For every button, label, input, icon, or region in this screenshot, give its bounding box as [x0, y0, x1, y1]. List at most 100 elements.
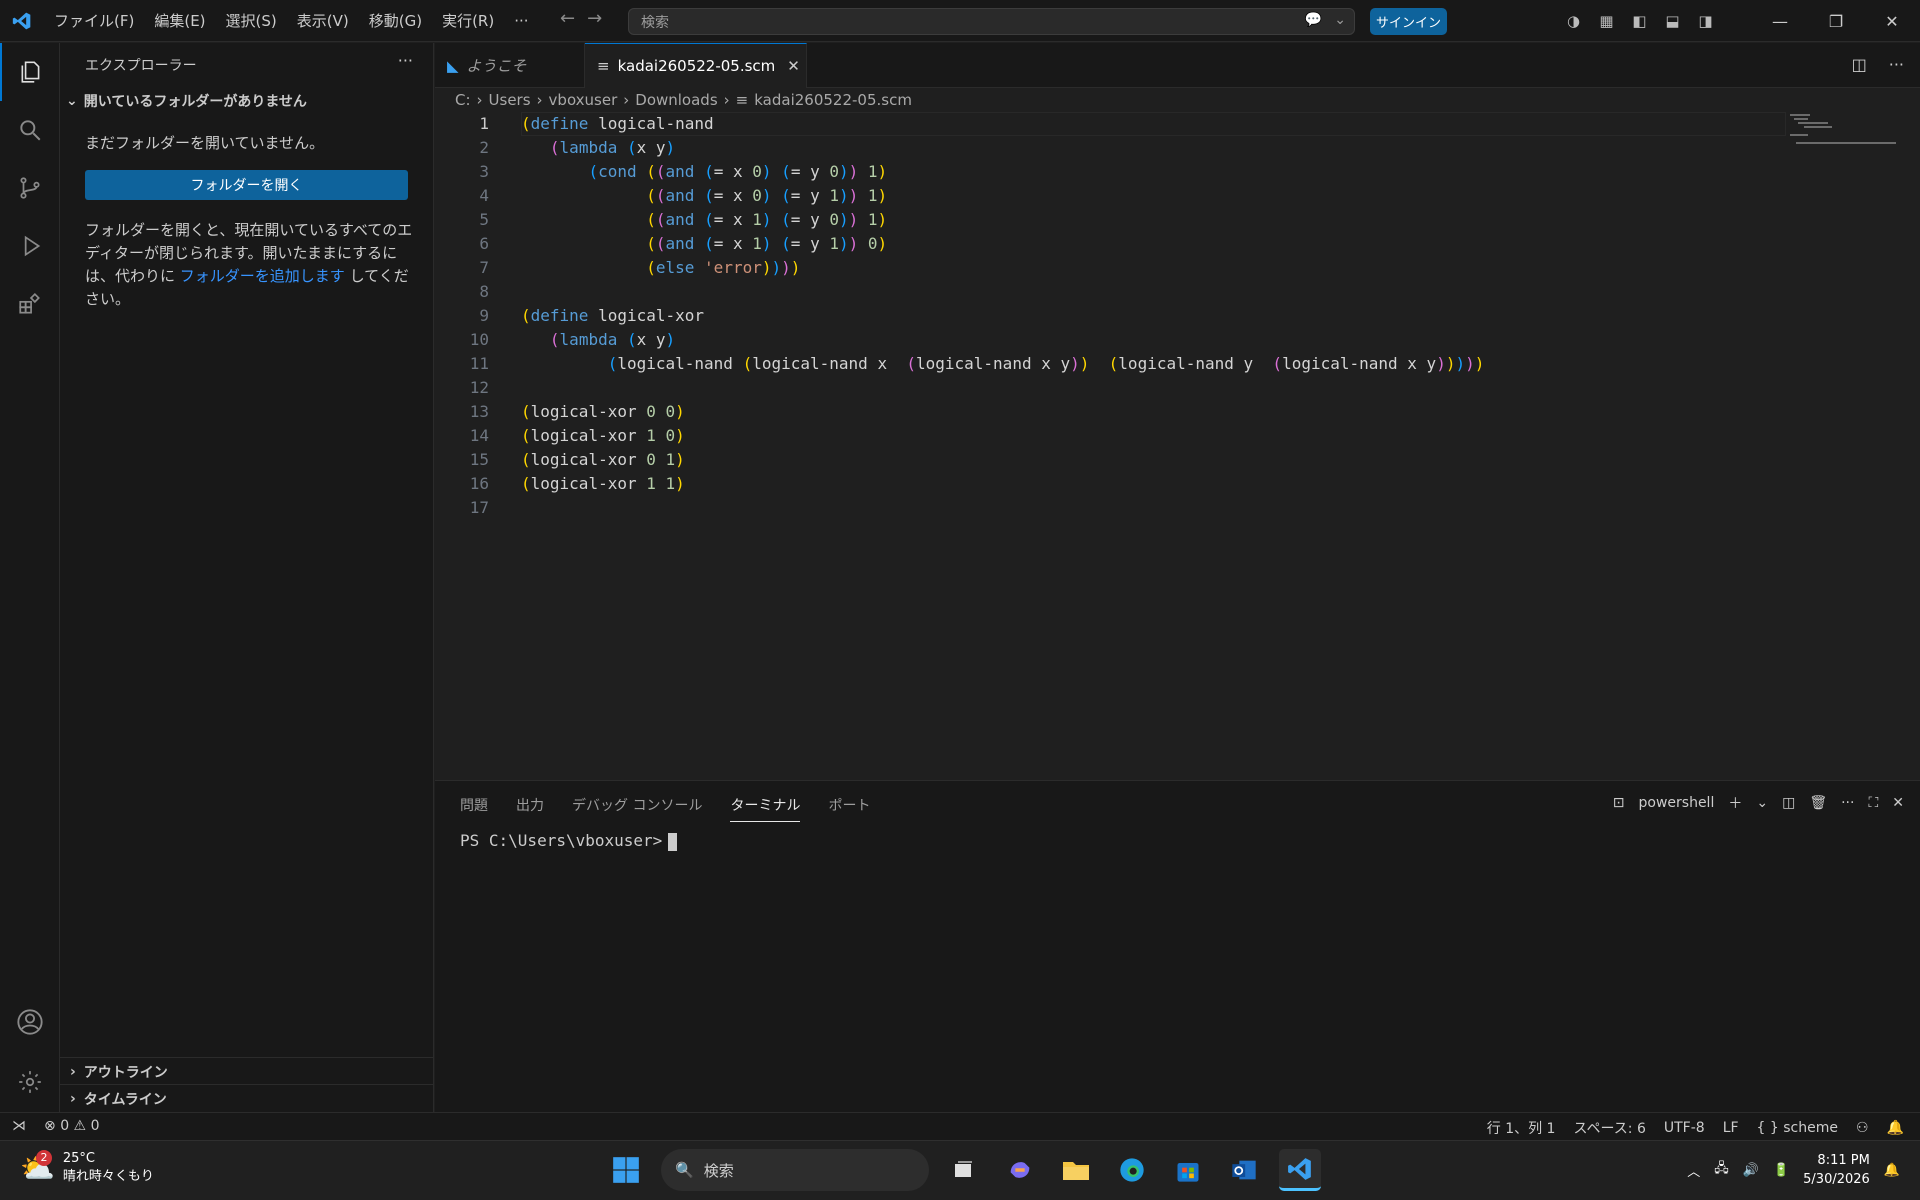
- search-icon[interactable]: [0, 101, 60, 159]
- menu-selection[interactable]: 選択(S): [216, 0, 287, 42]
- no-folder-section-header[interactable]: ⌄ 開いているフォルダーがありません: [66, 91, 307, 111]
- code-line[interactable]: (logical-xor 0 0): [521, 400, 685, 424]
- tab-problems[interactable]: 問題: [460, 795, 488, 822]
- source-control-icon[interactable]: [0, 159, 60, 217]
- notifications-bell-icon[interactable]: 🔔: [1887, 1120, 1904, 1136]
- task-view-icon[interactable]: [943, 1149, 985, 1191]
- add-folder-link[interactable]: フォルダーを追加します: [180, 267, 345, 285]
- open-folder-button[interactable]: フォルダーを開く: [85, 170, 408, 200]
- tab-welcome[interactable]: ◣ ようこそ: [435, 43, 585, 88]
- tab-ports[interactable]: ポート: [828, 795, 870, 822]
- split-terminal-icon[interactable]: ◫: [1782, 795, 1795, 811]
- panel-more-icon[interactable]: ···: [1841, 795, 1854, 811]
- toggle-secondary-sidebar-icon[interactable]: ◨: [1689, 12, 1722, 30]
- tab-output[interactable]: 出力: [516, 795, 544, 822]
- code-line[interactable]: (logical-xor 1 0): [521, 424, 685, 448]
- accounts-icon[interactable]: [0, 993, 60, 1051]
- chat-icon[interactable]: 💬: [1305, 12, 1322, 28]
- menu-edit[interactable]: 編集(E): [144, 0, 215, 42]
- more-actions-icon[interactable]: ···: [398, 51, 413, 70]
- edge-browser-icon[interactable]: [1111, 1149, 1153, 1191]
- forward-arrow-icon[interactable]: →: [587, 8, 602, 29]
- weather-widget[interactable]: ⛅ 2 25°C 晴れ時々くもり: [20, 1149, 154, 1186]
- code-line[interactable]: (logical-xor 0 1): [521, 448, 685, 472]
- breadcrumb-item[interactable]: Users: [489, 91, 531, 109]
- problems-status[interactable]: ⊗ 0 ⚠ 0: [44, 1118, 99, 1134]
- command-center-placeholder: 検索: [641, 14, 669, 31]
- back-arrow-icon[interactable]: ←: [560, 8, 575, 29]
- explorer-icon[interactable]: [0, 43, 60, 101]
- code-line[interactable]: (logical-xor 1 1): [521, 472, 685, 496]
- breadcrumb-item[interactable]: vboxuser: [549, 91, 618, 109]
- chevron-up-icon[interactable]: ︿: [1687, 1161, 1700, 1180]
- code-line[interactable]: ((and (= x 1) (= y 0)) 1): [521, 208, 887, 232]
- code-editor[interactable]: 1 (define logical-nand 2 (lambda (x y) 3 …: [435, 112, 1786, 772]
- editor-more-icon[interactable]: ···: [1889, 55, 1904, 74]
- close-window-icon[interactable]: ✕: [1864, 12, 1920, 31]
- code-line[interactable]: (else 'error)))): [521, 256, 800, 280]
- restore-icon[interactable]: ❐: [1808, 12, 1864, 31]
- extensions-icon[interactable]: [0, 275, 60, 333]
- outline-section-header[interactable]: › アウトライン: [60, 1057, 434, 1085]
- terminal[interactable]: PS C:\Users\vboxuser>: [460, 831, 678, 851]
- signin-button[interactable]: サインイン: [1370, 8, 1447, 35]
- indentation[interactable]: スペース: 6: [1573, 1118, 1645, 1138]
- new-terminal-icon[interactable]: ＋: [1728, 793, 1742, 813]
- code-line[interactable]: (lambda (x y): [521, 136, 675, 160]
- clock[interactable]: 8:11 PM 5/30/2026: [1803, 1151, 1870, 1189]
- code-line[interactable]: ((and (= x 0) (= y 1)) 1): [521, 184, 887, 208]
- notification-center-icon[interactable]: 🔔: [1884, 1163, 1900, 1178]
- code-line[interactable]: (define logical-nand: [521, 112, 714, 136]
- encoding[interactable]: UTF-8: [1664, 1120, 1705, 1136]
- command-center-search[interactable]: 検索 💬 ⌄: [628, 8, 1355, 35]
- trash-icon[interactable]: 🗑: [1809, 795, 1827, 811]
- language-mode[interactable]: { } scheme: [1757, 1120, 1838, 1136]
- breadcrumb-item[interactable]: kadai260522-05.scm: [754, 91, 912, 109]
- battery-icon[interactable]: 🔋: [1773, 1163, 1789, 1178]
- code-line[interactable]: (cond ((and (= x 0) (= y 0)) 1): [521, 160, 887, 184]
- cursor-position[interactable]: 行 1、列 1: [1487, 1118, 1556, 1138]
- tab-debug-console[interactable]: デバッグ コンソール: [572, 795, 702, 822]
- copilot-status-icon[interactable]: ⚇: [1856, 1120, 1869, 1136]
- network-icon[interactable]: 🖧: [1714, 1159, 1729, 1181]
- tab-terminal[interactable]: ターミナル: [730, 795, 801, 822]
- windows-start-icon[interactable]: [605, 1149, 647, 1191]
- minimize-icon[interactable]: —: [1752, 12, 1808, 31]
- maximize-panel-icon[interactable]: ⛶: [1868, 795, 1878, 811]
- customize-layout-icon[interactable]: ▦: [1590, 12, 1623, 30]
- breadcrumb-item[interactable]: C:: [455, 91, 471, 109]
- chevron-down-icon[interactable]: ⌄: [1756, 795, 1768, 811]
- terminal-shell-label[interactable]: powershell: [1639, 795, 1715, 811]
- chevron-down-icon[interactable]: ⌄: [1334, 12, 1346, 28]
- tab-kadai[interactable]: ≡ kadai260522-05.scm ✕: [585, 43, 807, 88]
- toggle-sidebar-icon[interactable]: ◧: [1623, 12, 1656, 30]
- outlook-icon[interactable]: [1223, 1149, 1265, 1191]
- code-line[interactable]: (lambda (x y): [521, 328, 675, 352]
- close-panel-icon[interactable]: ✕: [1892, 795, 1904, 811]
- toggle-panel-icon[interactable]: ⬓: [1656, 12, 1689, 30]
- vscode-app-icon[interactable]: [1279, 1149, 1321, 1191]
- close-tab-icon[interactable]: ✕: [787, 57, 800, 75]
- file-explorer-icon[interactable]: [1055, 1149, 1097, 1191]
- code-line[interactable]: (define logical-xor: [521, 304, 704, 328]
- code-line[interactable]: ((and (= x 1) (= y 1)) 0): [521, 232, 887, 256]
- menu-go[interactable]: 移動(G): [359, 0, 432, 42]
- copilot-app-icon[interactable]: [999, 1149, 1041, 1191]
- code-line[interactable]: (logical-nand (logical-nand x (logical-n…: [521, 352, 1485, 376]
- settings-gear-icon[interactable]: [0, 1053, 60, 1111]
- menu-view[interactable]: 表示(V): [287, 0, 359, 42]
- breadcrumb-item[interactable]: Downloads: [635, 91, 717, 109]
- remote-icon[interactable]: ⋊: [12, 1118, 26, 1134]
- end-of-line[interactable]: LF: [1723, 1120, 1739, 1136]
- minimap[interactable]: [1790, 112, 1900, 152]
- menu-file[interactable]: ファイル(F): [44, 0, 144, 42]
- run-debug-icon[interactable]: [0, 217, 60, 275]
- split-editor-icon[interactable]: ◫: [1852, 55, 1867, 74]
- copilot-icon[interactable]: ◑: [1557, 12, 1590, 30]
- microsoft-store-icon[interactable]: [1167, 1149, 1209, 1191]
- timeline-section-header[interactable]: › タイムライン: [60, 1084, 434, 1112]
- menu-more[interactable]: ···: [504, 0, 538, 42]
- menu-run[interactable]: 実行(R): [432, 0, 504, 42]
- volume-icon[interactable]: 🔊: [1743, 1163, 1759, 1178]
- taskbar-search[interactable]: 🔍 検索: [661, 1149, 929, 1191]
